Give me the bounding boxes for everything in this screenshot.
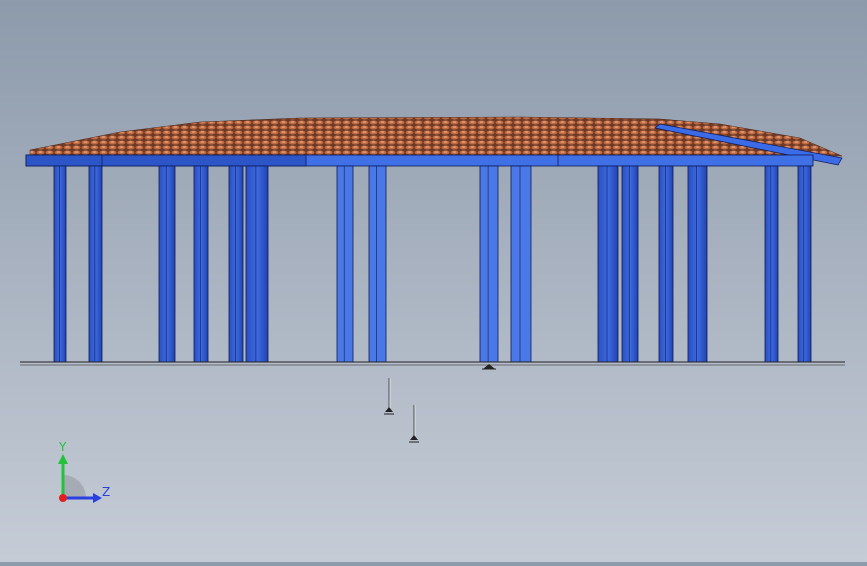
column: [687, 165, 708, 363]
pavilion-model: [20, 116, 845, 443]
3d-model-viewport[interactable]: [0, 0, 867, 562]
column: [621, 165, 639, 363]
columns-group: [53, 165, 812, 363]
y-axis-label: Y: [59, 440, 67, 454]
reference-marker-1: [384, 378, 394, 415]
main-beam: [25, 154, 814, 167]
column: [797, 165, 812, 363]
column: [479, 165, 499, 363]
column: [336, 165, 354, 363]
column: [597, 165, 619, 363]
triad-graphic: [58, 454, 102, 503]
column: [368, 165, 387, 363]
column: [88, 165, 103, 363]
orientation-triad[interactable]: Y Z: [40, 440, 130, 520]
column: [158, 165, 176, 363]
z-axis-label: Z: [102, 485, 111, 499]
ground-line: [20, 361, 845, 366]
x-axis-dot: [59, 494, 67, 502]
z-arrow-head: [93, 493, 102, 503]
column: [228, 165, 244, 363]
y-arrow-head: [58, 454, 68, 464]
column: [53, 165, 67, 363]
triad-plane-shading: [63, 475, 86, 498]
column: [658, 165, 674, 363]
reference-marker-2: [409, 405, 419, 443]
column: [510, 165, 532, 363]
column: [193, 165, 209, 363]
column: [245, 165, 269, 363]
column: [764, 165, 779, 363]
